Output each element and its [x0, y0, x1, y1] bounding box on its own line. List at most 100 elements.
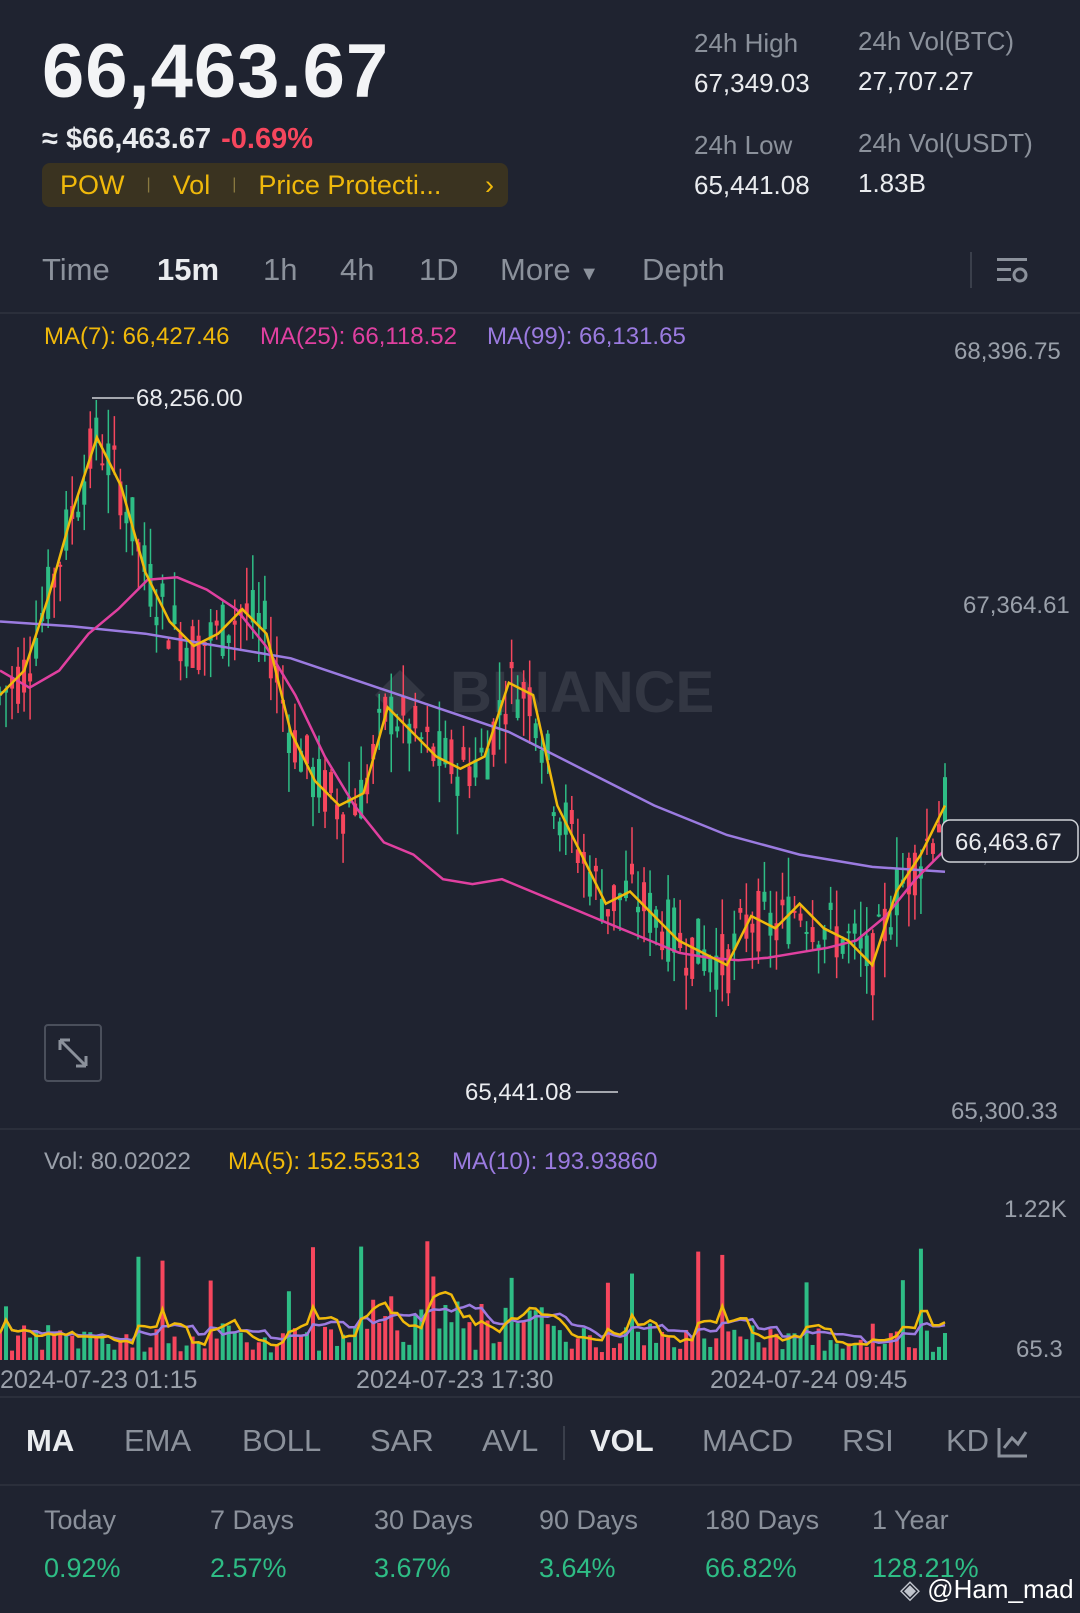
candle-body — [539, 750, 544, 763]
volume-bar — [804, 1282, 809, 1360]
tab-1d[interactable]: 1D — [419, 252, 459, 288]
candle-body — [515, 699, 520, 718]
ma25-line — [0, 576, 946, 962]
perf-value-today: 0.92% — [44, 1553, 121, 1583]
volume-bar — [545, 1324, 550, 1360]
indicator-avl[interactable]: AVL — [482, 1423, 538, 1459]
volume-bar — [40, 1349, 45, 1360]
tab-more-label: More — [500, 252, 571, 287]
indicator-settings-icon[interactable] — [995, 1424, 1031, 1460]
candle-body — [533, 723, 538, 739]
volume-bar — [642, 1345, 647, 1360]
candle-body — [750, 923, 755, 933]
perf-label-180d: 180 Days — [705, 1505, 820, 1535]
volume-bar — [76, 1348, 81, 1360]
fullscreen-button[interactable] — [44, 1024, 102, 1082]
volume-bar — [780, 1349, 785, 1360]
vol-usdt-label: 24h Vol(USDT) — [858, 128, 1033, 158]
candle-body — [828, 902, 833, 910]
tab-4h[interactable]: 4h — [340, 252, 374, 288]
volume-bar — [443, 1305, 448, 1360]
indicator-ema[interactable]: EMA — [124, 1423, 191, 1459]
tags-bar[interactable]: POW | Vol | Price Protecti... › — [42, 163, 508, 207]
approx-price: ≈ $66,463.67 -0.69% — [42, 123, 313, 156]
volume-bar — [702, 1338, 707, 1360]
tab-1h[interactable]: 1h — [263, 252, 297, 288]
candle-body — [100, 463, 105, 466]
indicator-ma[interactable]: MA — [26, 1423, 74, 1459]
candle-body — [780, 899, 785, 906]
tag-pow[interactable]: POW — [42, 170, 143, 201]
perf-value-30d: 3.67% — [374, 1553, 451, 1583]
indicator-macd[interactable]: MACD — [702, 1423, 793, 1459]
volume-bar — [172, 1336, 177, 1360]
candle-body — [226, 635, 231, 643]
volume-bar — [491, 1343, 496, 1360]
candle-body — [479, 747, 484, 753]
tab-depth[interactable]: Depth — [642, 252, 725, 288]
candle-body — [684, 967, 689, 976]
interval-tabs: Time 15m 1h 4h 1D More ▼ Depth — [0, 242, 1080, 312]
volume-bar — [52, 1332, 57, 1360]
volume-bar — [617, 1343, 622, 1360]
volume-bars-group — [0, 1241, 947, 1360]
indicator-kd[interactable]: KD — [946, 1423, 989, 1459]
high-value: 67,349.03 — [694, 68, 810, 98]
candle-body — [232, 620, 237, 625]
volume-bar — [395, 1330, 400, 1360]
caret-down-icon: ▼ — [579, 263, 600, 285]
low-marker: 65,441.08 — [465, 1079, 572, 1106]
indicator-sar[interactable]: SAR — [370, 1423, 434, 1459]
time-axis-1: 2024-07-23 01:15 — [0, 1366, 198, 1394]
volume-bar — [238, 1332, 243, 1360]
volume-bar — [437, 1328, 442, 1360]
volume-bar — [762, 1347, 767, 1360]
candle-body — [154, 616, 159, 626]
last-price: 66,463.67 — [42, 29, 390, 114]
tag-vol[interactable]: Vol — [155, 170, 229, 201]
volume-bar — [94, 1337, 99, 1360]
volume-bar — [413, 1313, 418, 1360]
volume-bar — [178, 1351, 183, 1360]
tag-price-protection[interactable]: Price Protecti... — [240, 170, 459, 201]
candle-body — [196, 635, 201, 670]
candlestick-chart[interactable]: BINANCE 68,256.00 65,441.08 66,332.47 66… — [0, 340, 1080, 1120]
volume-bar — [136, 1256, 141, 1360]
candle-body — [449, 739, 454, 775]
candle-body — [76, 511, 81, 518]
volume-bar — [292, 1328, 297, 1360]
volume-bar — [106, 1343, 111, 1360]
indicator-rsi[interactable]: RSI — [842, 1423, 894, 1459]
candle-body — [726, 949, 731, 994]
volume-bar — [202, 1348, 207, 1360]
indicator-divider — [563, 1426, 565, 1460]
perf-label-today: Today — [44, 1505, 117, 1535]
time-axis-3: 2024-07-24 09:45 — [710, 1366, 908, 1394]
volume-bar — [605, 1282, 610, 1360]
chart-settings-icon[interactable] — [995, 254, 1029, 288]
tab-more[interactable]: More ▼ — [500, 252, 599, 288]
volume-bar — [557, 1330, 562, 1360]
candle-body — [377, 708, 382, 713]
candle-body — [762, 891, 767, 902]
volume-bar — [732, 1329, 737, 1360]
tab-15m[interactable]: 15m — [157, 252, 219, 288]
indicator-vol[interactable]: VOL — [590, 1423, 654, 1459]
candle-body — [437, 731, 442, 766]
expand-icon — [58, 1038, 88, 1068]
low-value: 65,441.08 — [694, 170, 810, 200]
volume-bar — [64, 1335, 69, 1360]
volume-bar — [148, 1347, 153, 1360]
tab-divider — [970, 252, 972, 288]
candle-body — [395, 726, 400, 732]
candle-body — [401, 696, 406, 716]
tab-time[interactable]: Time — [42, 252, 110, 288]
chevron-right-icon[interactable]: › — [467, 170, 508, 201]
perf-label-90d: 90 Days — [539, 1505, 639, 1535]
volume-bar — [407, 1344, 412, 1360]
candle-body — [720, 934, 725, 976]
volume-bar — [726, 1331, 731, 1360]
indicator-boll[interactable]: BOLL — [242, 1423, 321, 1459]
candle-body — [708, 958, 713, 973]
volume-chart[interactable] — [0, 1188, 1080, 1368]
